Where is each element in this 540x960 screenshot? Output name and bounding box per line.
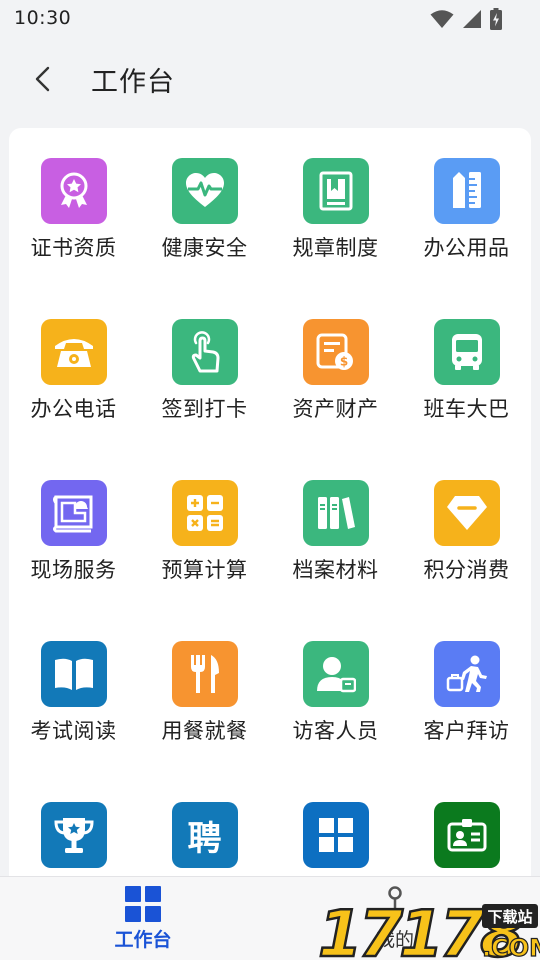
telephone-icon (54, 339, 93, 367)
tile-check-in[interactable]: 签到打卡 (139, 319, 270, 480)
certificate-badge-icon (60, 172, 87, 208)
tile-icon-box (40, 158, 107, 224)
tile-onsite-service[interactable]: 现场服务 (9, 480, 139, 641)
tile-exam-reading[interactable]: 考试阅读 (9, 641, 139, 802)
tile-rules[interactable]: 规章制度 (270, 158, 401, 319)
bus-icon (451, 334, 482, 370)
tile-label: 健康安全 (161, 236, 248, 260)
back-button[interactable] (26, 62, 60, 96)
status-time: 10:30 (14, 7, 72, 29)
page-title: 工作台 (91, 67, 175, 98)
tile-visitors[interactable]: 访客人员 (270, 641, 401, 802)
tile-honors[interactable] (9, 802, 139, 878)
wifi-icon (430, 10, 454, 28)
tile-icon-box (302, 158, 369, 224)
tile-label: 客户拜访 (423, 719, 510, 743)
tile-assets[interactable]: $ 资产财产 (270, 319, 401, 480)
tile-office-phone[interactable]: 办公电话 (9, 319, 139, 480)
site-blueprint-icon (52, 495, 92, 533)
signal-icon (463, 10, 481, 28)
tile-label: 考试阅读 (30, 719, 117, 743)
tap-finger-icon (191, 331, 219, 373)
tile-recruit[interactable]: 聘 (139, 802, 270, 878)
tile-label: 签到打卡 (161, 397, 248, 421)
diamond-points-icon (446, 496, 487, 530)
walking-luggage-icon (446, 655, 487, 692)
rules-book-icon (319, 171, 352, 211)
tile-icon-box (302, 641, 369, 707)
tile-label: 用餐就餐 (161, 719, 248, 743)
tile-icon-box (171, 641, 238, 707)
status-bar: 10:30 (0, 0, 540, 38)
tile-office-supplies[interactable]: 办公用品 (401, 158, 531, 319)
tile-icon-box (40, 802, 107, 868)
function-grid: 证书资质 健康安全 规章制度 办公用品 办公电话 签到打卡 $ 资产财产 班车大… (9, 158, 531, 878)
tile-icon-box: 聘 (171, 802, 238, 868)
tile-icon-box (171, 319, 238, 385)
trophy-icon (53, 818, 94, 853)
tile-certificate[interactable]: 证书资质 (9, 158, 139, 319)
tile-shuttle-bus[interactable]: 班车大巴 (401, 319, 531, 480)
tile-apps[interactable] (270, 802, 401, 878)
tile-budget[interactable]: 预算计算 (139, 480, 270, 641)
fork-knife-icon (190, 655, 219, 693)
watermark-logo: 17178 下载站 .COM (317, 898, 540, 960)
archive-books-icon (317, 497, 355, 529)
tile-icon-box (433, 641, 500, 707)
tile-icon-box (40, 480, 107, 546)
tile-archives[interactable]: 档案材料 (270, 480, 401, 641)
header: 工作台 (0, 38, 540, 120)
workbench-card: 证书资质 健康安全 规章制度 办公用品 办公电话 签到打卡 $ 资产财产 班车大… (9, 128, 531, 878)
tile-icon-box (433, 319, 500, 385)
id-card-icon (447, 819, 486, 852)
tile-icon-box (433, 802, 500, 868)
battery-charging-icon (490, 8, 502, 30)
calculator-icon (186, 495, 223, 531)
tile-icon-box (40, 641, 107, 707)
ruler-pencil-icon (452, 172, 481, 208)
watermark-domain: .COM (482, 934, 540, 960)
open-book-icon (54, 658, 93, 690)
tile-label: 访客人员 (292, 719, 379, 743)
tile-client-visit[interactable]: 客户拜访 (401, 641, 531, 802)
tile-label: 办公电话 (30, 397, 117, 421)
asset-invoice-icon: $ (316, 333, 353, 370)
workbench-grid-icon (125, 886, 161, 922)
tile-icon-box (171, 480, 238, 546)
tile-icon-box (302, 480, 369, 546)
status-icons (430, 8, 502, 30)
tile-icon-box: $ (302, 319, 369, 385)
tile-icon-box (40, 319, 107, 385)
tile-label: 积分消费 (423, 558, 510, 582)
visitor-card-icon (316, 657, 356, 693)
tile-label: 现场服务 (30, 558, 117, 582)
tile-icon-box (433, 158, 500, 224)
nav-workbench[interactable]: 工作台 (83, 885, 203, 952)
watermark-tag: 下载站 (487, 908, 532, 926)
recruit-text-icon: 聘 (187, 818, 222, 859)
windows-grid-icon (318, 818, 353, 852)
tile-label: 证书资质 (30, 236, 117, 260)
tile-label: 资产财产 (292, 397, 379, 421)
tile-points[interactable]: 积分消费 (401, 480, 531, 641)
tile-health-safety[interactable]: 健康安全 (139, 158, 270, 319)
heart-pulse-icon (185, 173, 224, 207)
tile-label: 班车大巴 (423, 397, 510, 421)
tile-label: 档案材料 (292, 558, 379, 582)
tile-label: 预算计算 (161, 558, 248, 582)
svg-text:$: $ (339, 355, 347, 369)
tile-label: 规章制度 (292, 236, 379, 260)
tile-icon-box (171, 158, 238, 224)
nav-workbench-label: 工作台 (114, 929, 172, 951)
tile-icon-box (433, 480, 500, 546)
chevron-left-icon (35, 66, 50, 92)
tile-id-card[interactable] (401, 802, 531, 878)
tile-icon-box (302, 802, 369, 868)
tile-dining[interactable]: 用餐就餐 (139, 641, 270, 802)
tile-label: 办公用品 (423, 236, 510, 260)
